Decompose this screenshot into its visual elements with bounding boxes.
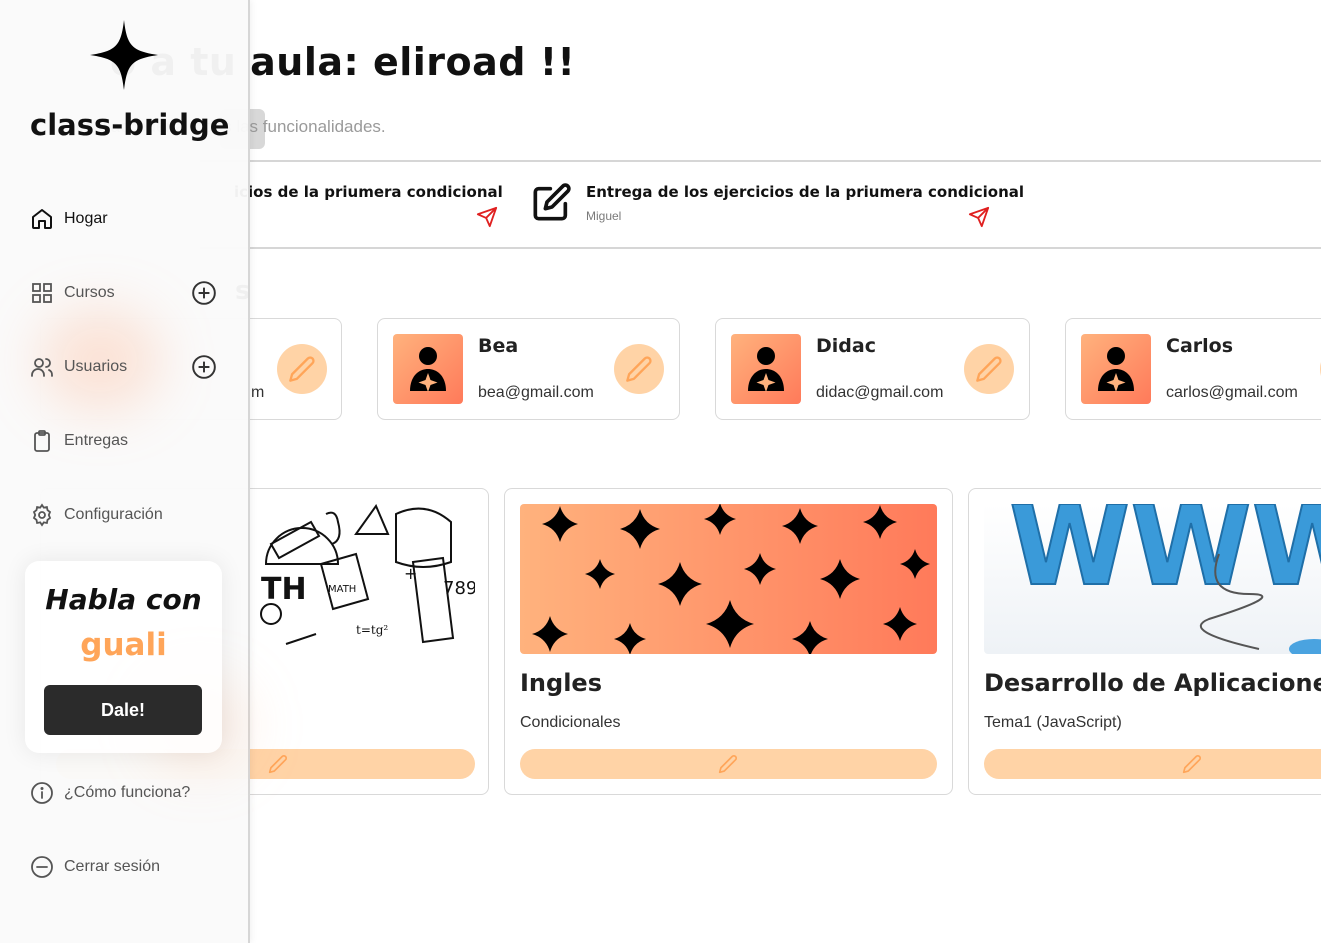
edit-square-icon — [533, 183, 571, 221]
pencil-icon — [718, 755, 737, 774]
task-title: icios de la priumera condicional — [234, 183, 503, 201]
users-icon — [31, 358, 53, 377]
user-name: Bea — [478, 335, 519, 357]
person-icon — [748, 347, 784, 392]
sidebar-item-cursos[interactable]: Cursos — [30, 278, 220, 308]
star-shape — [658, 562, 702, 606]
sidebar-item-como-funciona[interactable]: ¿Cómo funciona? — [30, 778, 220, 808]
sidebar-item-label: Hogar — [64, 210, 108, 227]
user-card[interactable]: Didac didac@gmail.com — [715, 318, 1030, 420]
pencil-icon — [268, 755, 287, 774]
svg-text:789: 789 — [443, 578, 475, 599]
user-card[interactable]: Bea bea@gmail.com — [377, 318, 680, 420]
chat-start-button[interactable]: Dale! — [44, 685, 202, 735]
svg-text:MATH: MATH — [328, 584, 356, 595]
course-topic: Condicionales — [520, 714, 621, 731]
star-logo-icon — [90, 20, 158, 90]
sidebar-item-label: Cerrar sesión — [64, 858, 161, 875]
avatar — [731, 334, 801, 404]
brand-name: class-bridge — [30, 108, 230, 142]
pencil-icon — [1182, 755, 1201, 774]
svg-text:WWW: WWW — [1009, 504, 1321, 610]
star-shape — [900, 549, 930, 579]
sidebar-item-configuracion[interactable]: Configuración — [30, 500, 220, 530]
send-icon[interactable] — [968, 206, 990, 228]
user-name: Didac — [816, 335, 876, 357]
orange-stars-image — [532, 504, 930, 654]
send-icon[interactable] — [476, 206, 498, 228]
star-shape — [863, 505, 897, 539]
user-email: bea@gmail.com — [478, 384, 594, 401]
sidebar-item-label: Entregas — [64, 432, 129, 449]
gear-icon — [32, 503, 52, 527]
avatar — [1081, 334, 1151, 404]
user-email: didac@gmail.com — [816, 384, 944, 401]
star-shape — [706, 600, 754, 648]
grid-icon — [32, 283, 52, 303]
person-icon — [1098, 347, 1134, 392]
logout-icon — [31, 856, 53, 878]
sidebar-item-usuarios[interactable]: Usuarios — [30, 352, 220, 382]
pencil-icon — [289, 356, 315, 382]
star-shape — [585, 559, 615, 589]
course-edit-button[interactable] — [984, 749, 1321, 779]
add-circle-icon[interactable] — [191, 280, 217, 306]
star-shape — [614, 623, 646, 654]
star-shape — [883, 607, 917, 641]
user-email: m — [251, 384, 265, 401]
svg-text:t=tg²: t=tg² — [356, 623, 388, 637]
task-title: Entrega de los ejercicios de la priumera… — [586, 183, 1025, 201]
course-name: Ingles — [520, 669, 602, 697]
user-name: Carlos — [1166, 335, 1234, 357]
course-image-www: WWW — [984, 504, 1321, 654]
course-card[interactable]: WWW Desarrollo de Aplicaciones W Tema1 (… — [968, 488, 1321, 795]
sidebar-item-label: Configuración — [64, 506, 163, 523]
divider-bottom — [200, 247, 1321, 249]
info-icon — [31, 782, 53, 804]
star-shape — [744, 553, 776, 585]
person-icon — [410, 347, 446, 392]
star-shape — [542, 506, 578, 542]
task-author: Miguel — [586, 209, 622, 223]
course-card[interactable]: Ingles Condicionales — [504, 488, 953, 795]
sidebar-item-entregas[interactable]: Entregas — [30, 426, 220, 456]
sidebar-item-cerrar-sesion[interactable]: Cerrar sesión — [30, 852, 220, 882]
user-email: carlos@gmail.com — [1166, 384, 1298, 401]
star-shape — [704, 504, 736, 535]
clipboard-icon — [34, 430, 50, 452]
star-shape — [792, 621, 828, 654]
chat-assistant-name: guali — [80, 627, 167, 663]
chat-title: Habla con — [45, 583, 202, 616]
sidebar-item-hogar[interactable]: Hogar — [30, 204, 220, 234]
pencil-icon — [626, 356, 652, 382]
star-shape — [820, 559, 860, 599]
sidebar-item-label: Cursos — [64, 284, 115, 301]
svg-text:+: + — [404, 564, 417, 583]
sidebar-item-label: ¿Cómo funciona? — [64, 784, 191, 801]
add-circle-icon[interactable] — [191, 354, 217, 380]
sidebar: class-bridge Hogar Cursos Usuarios Entre… — [0, 0, 250, 943]
svg-text:TH: TH — [261, 572, 307, 607]
edit-user-button[interactable] — [277, 344, 327, 394]
edit-user-button[interactable] — [964, 344, 1014, 394]
star-shape — [532, 616, 568, 652]
course-edit-button[interactable] — [520, 749, 937, 779]
home-icon — [32, 209, 52, 229]
chat-promo-card: Habla con guali Dale! — [25, 561, 222, 753]
edit-user-button[interactable] — [614, 344, 664, 394]
sidebar-item-label: Usuarios — [64, 358, 128, 375]
course-name: Desarrollo de Aplicaciones W — [984, 669, 1321, 697]
course-image-stars — [520, 504, 937, 654]
pencil-icon — [976, 356, 1002, 382]
avatar — [393, 334, 463, 404]
star-shape — [782, 508, 818, 544]
course-topic: Tema1 (JavaScript) — [984, 714, 1122, 731]
task-item[interactable]: Entrega de los ejercicios de la priumera… — [532, 180, 1024, 230]
divider-top — [200, 160, 1321, 162]
www-letters-image: WWW — [1008, 504, 1321, 654]
user-card[interactable]: Carlos carlos@gmail.com — [1065, 318, 1321, 420]
star-shape — [620, 509, 660, 549]
